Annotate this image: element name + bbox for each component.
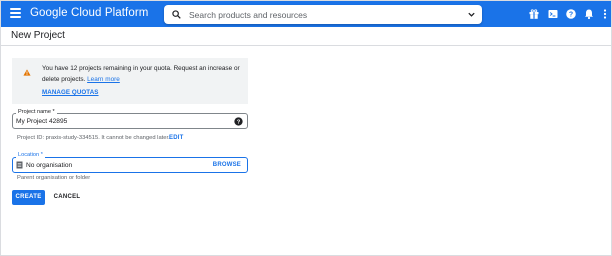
project-name-input[interactable] [16,116,216,127]
page-frame: Google Cloud Platform ? [0,0,612,256]
search-bar[interactable] [164,5,482,24]
page-header: New Project [1,27,611,46]
learn-more-link[interactable]: Learn more [87,76,120,83]
location-value: No organisation [26,162,73,169]
manage-quotas-link[interactable]: MANAGE QUOTAS [42,89,99,96]
location-label: Location * [16,152,45,159]
page-title: New Project [11,30,65,41]
browse-button[interactable]: BROWSE [213,160,241,171]
cloud-shell-icon[interactable] [547,8,559,20]
top-app-bar: Google Cloud Platform ? [1,1,611,27]
hamburger-menu-icon[interactable] [10,8,21,20]
location-hint: Parent organisation or folder [17,175,91,181]
create-button[interactable]: CREATE [12,190,45,205]
quota-notice-text: You have 12 projects remaining in your q… [42,64,242,85]
gift-icon[interactable] [528,8,540,20]
quota-message: You have 12 projects remaining in your q… [42,65,240,83]
chevron-down-icon[interactable] [467,10,476,19]
project-name-label: Project name * [16,109,57,116]
edit-project-id-button[interactable]: EDIT [169,135,183,141]
location-field[interactable]: Location * No organisation BROWSE [12,152,248,173]
search-icon [172,10,181,19]
app-title[interactable]: Google Cloud Platform [30,7,148,19]
cancel-button[interactable]: CANCEL [51,190,83,205]
project-id-text: Project ID: praxis-study-334515. It cann… [17,135,170,141]
help-circle-icon[interactable]: ? [234,117,243,126]
search-input[interactable] [189,7,459,22]
quota-notice: You have 12 projects remaining in your q… [12,58,248,104]
help-icon[interactable]: ? [565,8,577,20]
more-vert-icon[interactable] [599,8,611,20]
svg-text:?: ? [237,120,241,126]
warning-icon [23,69,31,76]
project-name-field[interactable]: Project name * ? [12,109,248,129]
svg-text:?: ? [569,11,573,18]
document-icon [16,161,23,169]
notifications-icon[interactable] [583,8,595,20]
